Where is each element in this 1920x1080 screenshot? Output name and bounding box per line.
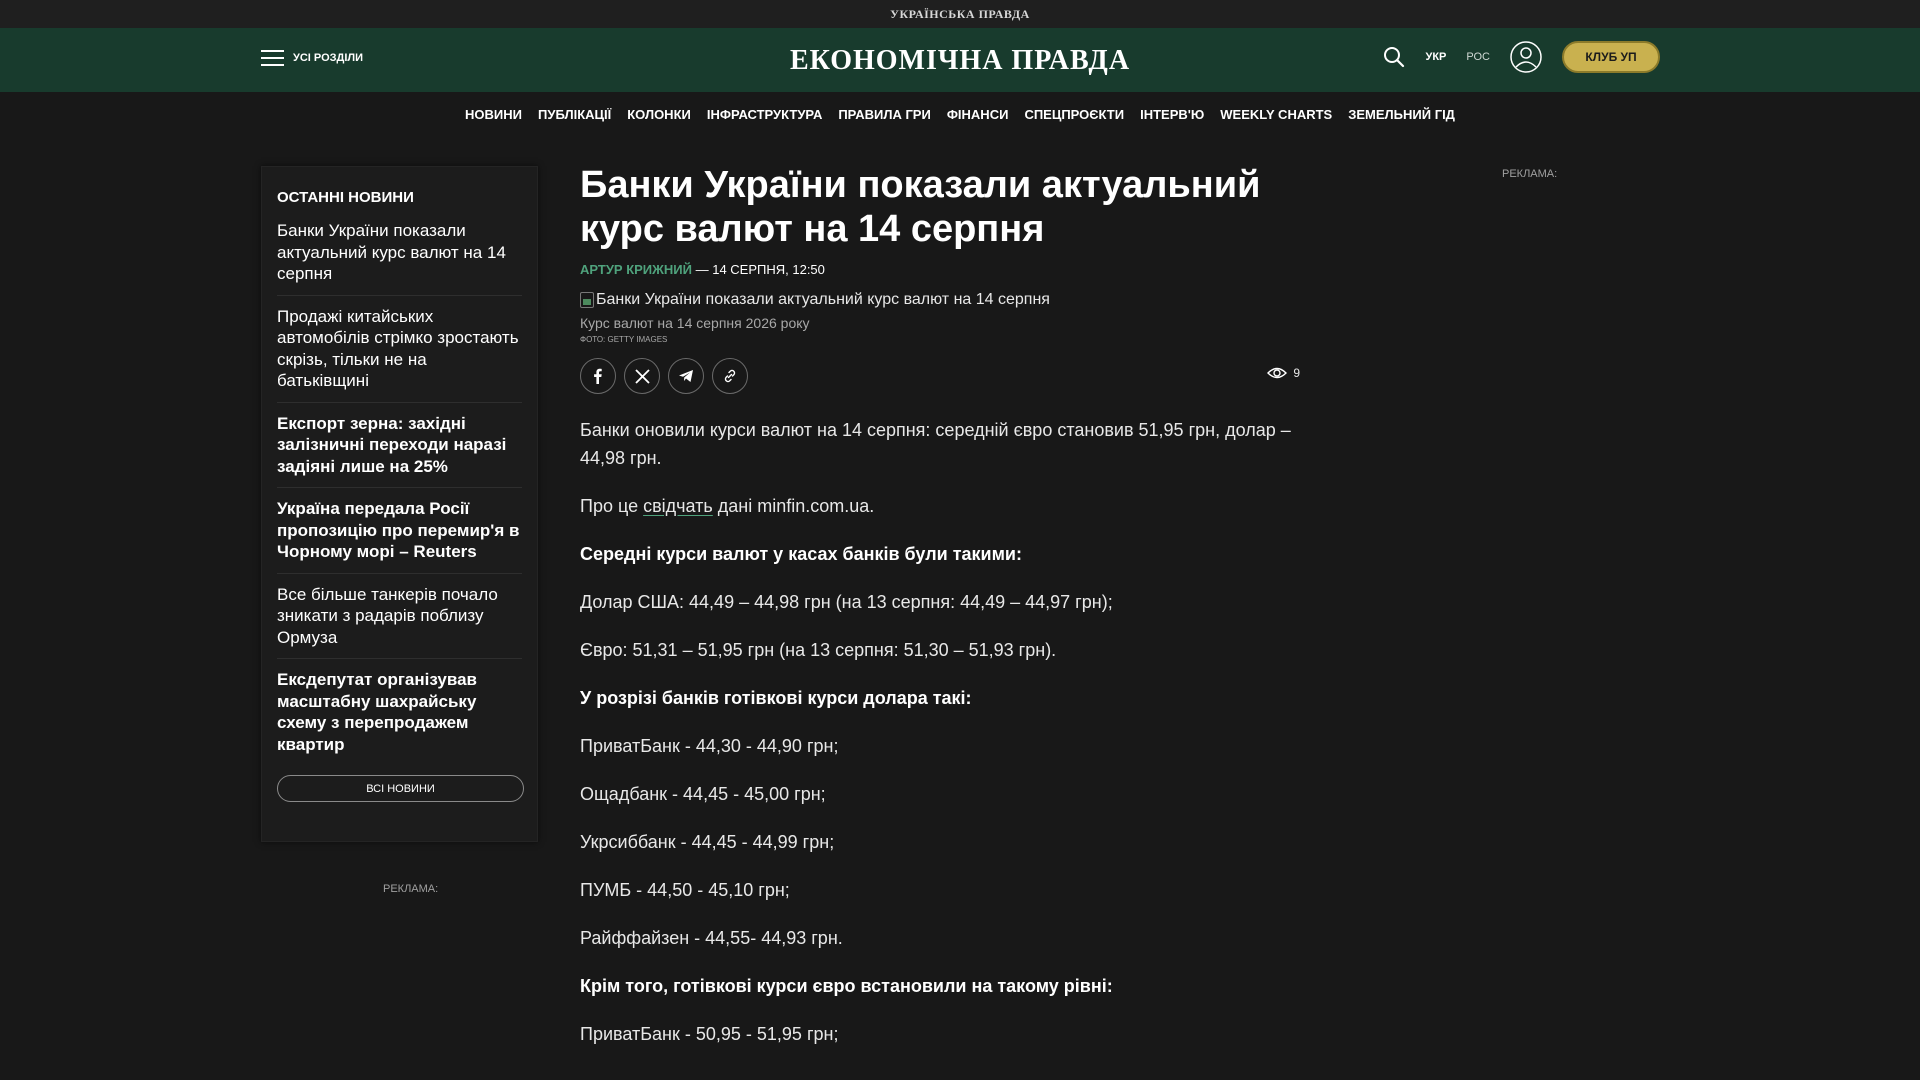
ad-label-right: РЕКЛАМА: <box>1502 168 1558 180</box>
search-icon[interactable] <box>1383 46 1405 68</box>
facebook-icon <box>594 368 602 384</box>
all-news-button[interactable]: ВСІ НОВИНИ <box>277 775 524 802</box>
news-item[interactable]: Україна передала Росії пропозицію про пе… <box>277 488 522 574</box>
article: Банки України показали актуальний курс в… <box>580 163 1300 1068</box>
source-paragraph: Про це свідчать дані minfin.com.ua. <box>580 496 875 516</box>
views-count: 9 <box>1293 366 1300 380</box>
ad-label-left: РЕКЛАМА: <box>383 883 439 895</box>
article-body: Банки оновили курси валют на 14 серпня: … <box>580 416 1300 1048</box>
photo-credit: ФОТО: GETTY IMAGES <box>580 335 668 344</box>
nav-item-infrastructure[interactable]: ІНФРАСТРУКТУРА <box>707 107 822 122</box>
nav-item-finance[interactable]: ФІНАНСИ <box>947 107 1009 122</box>
article-image: Банки України показали актуальний курс в… <box>580 291 1300 309</box>
news-item[interactable]: Ексдепутат організував масштабну шахрайс… <box>277 659 522 765</box>
share-row: 9 <box>580 358 1300 394</box>
article-image-alt: Банки України показали актуальний курс в… <box>596 291 1050 308</box>
telegram-icon <box>679 370 693 382</box>
nav-item-interview[interactable]: ІНТЕРВ'Ю <box>1140 107 1204 122</box>
facebook-share-button[interactable] <box>580 358 616 394</box>
user-icon[interactable] <box>1510 41 1542 73</box>
news-item[interactable]: Банки України показали актуальний курс в… <box>277 220 522 296</box>
main-nav: НОВИНИ ПУБЛІКАЦІЇ КОЛОНКИ ІНФРАСТРУКТУРА… <box>0 92 1920 136</box>
nav-item-weekly-charts[interactable]: WEEKLY CHARTS <box>1220 107 1332 122</box>
nav-item-news[interactable]: НОВИНИ <box>465 107 522 122</box>
lang-ros-link[interactable]: РОС <box>1466 51 1490 63</box>
author-link[interactable]: АРТУР КРИЖНИЙ <box>580 262 692 277</box>
latest-news-title: ОСТАННІ НОВИНИ <box>277 189 414 206</box>
lang-ukr-link[interactable]: УКР <box>1425 51 1446 63</box>
publish-date: — 14 СЕРПНЯ, 12:50 <box>691 262 825 277</box>
avg-rates-heading: Середні курси валют у касах банків були … <box>580 544 1022 564</box>
bank-rate-line: Райффайзен - 44,55- 44,93 грн. <box>580 928 843 948</box>
usd-rate-line: Долар США: 44,49 – 44,98 грн (на 13 серп… <box>580 592 1113 612</box>
article-lead: Банки оновили курси валют на 14 серпня: … <box>580 420 1291 468</box>
bank-rate-line: Укрсиббанк - 44,45 - 44,99 грн; <box>580 832 835 852</box>
nav-item-land-guide[interactable]: ЗЕМЕЛЬНИЙ ГІД <box>1348 107 1455 122</box>
up-logo[interactable]: УКРАЇНСЬКА ПРАВДА <box>890 7 1030 22</box>
club-up-button[interactable]: КЛУБ УП <box>1562 41 1660 73</box>
eur-rate-line: Євро: 51,31 – 51,95 грн (на 13 серпня: 5… <box>580 640 1057 660</box>
eye-icon <box>1267 367 1288 379</box>
usd-banks-heading: У розрізі банків готівкові курси долара … <box>580 688 972 708</box>
news-item[interactable]: Все більше танкерів почало зникати з рад… <box>277 574 522 659</box>
bank-rate-line: Ощадбанк - 44,45 - 45,00 грн; <box>580 784 826 804</box>
up-topbar: УКРАЇНСЬКА ПРАВДА <box>0 0 1920 28</box>
copy-link-button[interactable] <box>712 358 748 394</box>
article-title: Банки України показали актуальний курс в… <box>580 164 1261 250</box>
latest-news-panel: ОСТАННІ НОВИНИ Банки України показали ак… <box>261 166 538 842</box>
x-icon <box>634 368 650 384</box>
site-header: УСІ РОЗДІЛИ ЕКОНОМІЧНА ПРАВДА УКР РОС КЛ… <box>0 28 1920 92</box>
header-actions: УКР РОС КЛУБ УП <box>1383 41 1660 73</box>
nav-item-publications[interactable]: ПУБЛІКАЦІЇ <box>538 107 611 122</box>
image-caption: Курс валют на 14 серпня 2026 року <box>580 315 810 331</box>
eur-banks-heading: Крім того, готівкові курси євро встанови… <box>580 976 1113 996</box>
x-share-button[interactable] <box>624 358 660 394</box>
source-link[interactable]: свідчать <box>643 496 713 516</box>
bank-rate-line: ПриватБанк - 50,95 - 51,95 грн; <box>580 1024 839 1044</box>
nav-item-specprojects[interactable]: СПЕЦПРОЄКТИ <box>1024 107 1124 122</box>
byline: АРТУР КРИЖНИЙ — 14 СЕРПНЯ, 12:50 <box>580 262 1300 277</box>
broken-image-icon <box>580 292 594 308</box>
news-item[interactable]: Експорт зерна: західні залізничні перехо… <box>277 403 522 488</box>
views-counter: 9 <box>1267 366 1300 380</box>
telegram-share-button[interactable] <box>668 358 704 394</box>
bank-rate-line: ПУМБ - 44,50 - 45,10 грн; <box>580 880 790 900</box>
nav-item-columns[interactable]: КОЛОНКИ <box>627 107 691 122</box>
bank-rate-line: ПриватБанк - 44,30 - 44,90 грн; <box>580 736 839 756</box>
nav-item-rules[interactable]: ПРАВИЛА ГРИ <box>838 107 931 122</box>
link-icon <box>724 369 736 383</box>
news-item[interactable]: Продажі китайських автомобілів стрімко з… <box>277 296 522 403</box>
